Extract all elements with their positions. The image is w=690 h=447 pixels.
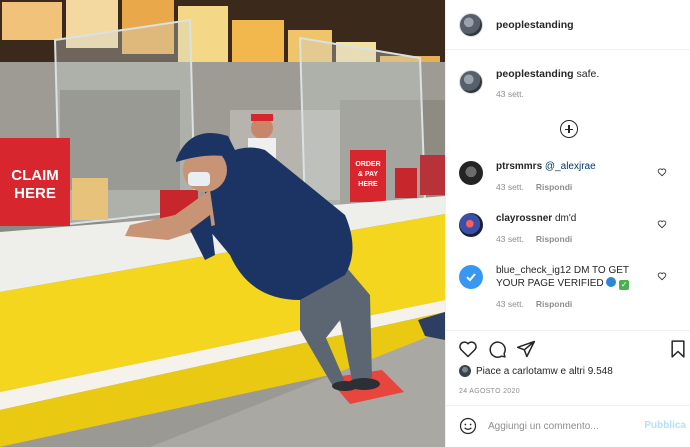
- comment-icon[interactable]: [487, 339, 507, 359]
- publish-button[interactable]: Pubblica: [644, 420, 686, 431]
- comment-item: clayrossner dm'd 43 sett. Rispondi: [459, 213, 679, 244]
- comment-text: blue_check_ig12 DM TO GET YOUR PAGE VERI…: [496, 265, 659, 290]
- commenter-avatar[interactable]: [459, 161, 483, 185]
- comment-like-heart-icon[interactable]: [657, 219, 667, 229]
- comment-mention[interactable]: @_alexjrae: [545, 161, 596, 172]
- order-sign-line2: & PAY: [358, 171, 379, 178]
- claim-sign-line1: CLAIM: [11, 167, 59, 184]
- header-username[interactable]: peoplestanding: [496, 19, 574, 31]
- commenter-avatar[interactable]: [459, 265, 483, 289]
- comment-meta: 43 sett. Rispondi: [496, 182, 659, 192]
- comment-body: clayrossner dm'd 43 sett. Rispondi: [496, 213, 659, 244]
- reply-button[interactable]: Rispondi: [536, 299, 572, 309]
- likes-prefix: Piace a: [476, 365, 510, 377]
- caption: peoplestanding safe. 43 sett.: [459, 68, 599, 99]
- commenter-avatar[interactable]: [459, 213, 483, 237]
- caption-avatar[interactable]: [459, 70, 483, 94]
- caption-text: peoplestanding safe.: [496, 68, 599, 80]
- likes-summary: Piace a carlotamw e altri 9.548: [459, 365, 613, 377]
- comment-time[interactable]: 43 sett.: [496, 299, 524, 309]
- comment-item: blue_check_ig12 DM TO GET YOUR PAGE VERI…: [459, 265, 679, 309]
- comment-username[interactable]: blue_check_ig12: [496, 265, 571, 276]
- comment-like-heart-icon[interactable]: [657, 271, 667, 281]
- caption-username[interactable]: peoplestanding: [496, 68, 574, 80]
- post-photo-scene: CLAIM HERE ORDER & PAY HERE: [0, 0, 445, 447]
- check-mark-emoji-icon: ✓: [619, 280, 630, 290]
- comment-username[interactable]: ptrsmmrs: [496, 161, 542, 172]
- comment-input[interactable]: [488, 417, 638, 435]
- likes-count[interactable]: 9.548: [588, 366, 613, 377]
- reply-button[interactable]: Rispondi: [536, 182, 572, 192]
- add-comment-bar: Pubblica: [446, 405, 690, 447]
- likes-avatar[interactable]: [459, 365, 471, 377]
- post-date[interactable]: 24 AGOSTO 2020: [459, 388, 520, 395]
- caption-message: safe.: [576, 68, 600, 80]
- comment-time[interactable]: 43 sett.: [496, 234, 524, 244]
- post-actions: Piace a carlotamw e altri 9.548 24 AGOST…: [446, 330, 690, 405]
- comment-text: ptrsmmrs @_alexjrae: [496, 161, 659, 173]
- bookmark-icon[interactable]: [668, 339, 688, 359]
- order-sign-line1: ORDER: [355, 161, 380, 168]
- comment-message: dm'd: [554, 213, 577, 224]
- blue-circle-emoji-icon: [606, 277, 617, 287]
- caption-body: peoplestanding safe. 43 sett.: [496, 68, 599, 99]
- plus-circle-icon[interactable]: [560, 120, 578, 138]
- order-sign-line3: HERE: [358, 181, 378, 188]
- comment-text: clayrossner dm'd: [496, 213, 659, 225]
- comment-username[interactable]: clayrossner: [496, 213, 552, 224]
- comment-body: blue_check_ig12 DM TO GET YOUR PAGE VERI…: [496, 265, 659, 309]
- likes-user[interactable]: carlotamw: [512, 366, 558, 377]
- caption-meta: 43 sett.: [496, 89, 599, 99]
- claim-sign-line2: HERE: [14, 185, 56, 202]
- reply-button[interactable]: Rispondi: [536, 234, 572, 244]
- likes-suffix: e altri: [560, 365, 585, 377]
- comment-meta: 43 sett. Rispondi: [496, 299, 659, 309]
- comments-section: peoplestanding safe. 43 sett. ptrsmmrs @…: [446, 51, 690, 330]
- comment-like-heart-icon[interactable]: [657, 167, 667, 177]
- caption-time[interactable]: 43 sett.: [496, 89, 524, 99]
- comment-body: ptrsmmrs @_alexjrae 43 sett. Rispondi: [496, 161, 659, 192]
- heart-icon[interactable]: [458, 339, 478, 359]
- smile-icon[interactable]: [459, 417, 477, 435]
- check-icon: [466, 273, 476, 282]
- share-icon[interactable]: [516, 339, 536, 359]
- post-side-panel: peoplestanding peoplestanding safe. 43 s…: [445, 0, 690, 447]
- comment-time[interactable]: 43 sett.: [496, 182, 524, 192]
- post-header: peoplestanding: [446, 0, 690, 50]
- post-photo[interactable]: CLAIM HERE ORDER & PAY HERE: [0, 0, 445, 447]
- comment-meta: 43 sett. Rispondi: [496, 234, 659, 244]
- profile-avatar[interactable]: [459, 12, 483, 37]
- comment-item: ptrsmmrs @_alexjrae 43 sett. Rispondi: [459, 161, 679, 192]
